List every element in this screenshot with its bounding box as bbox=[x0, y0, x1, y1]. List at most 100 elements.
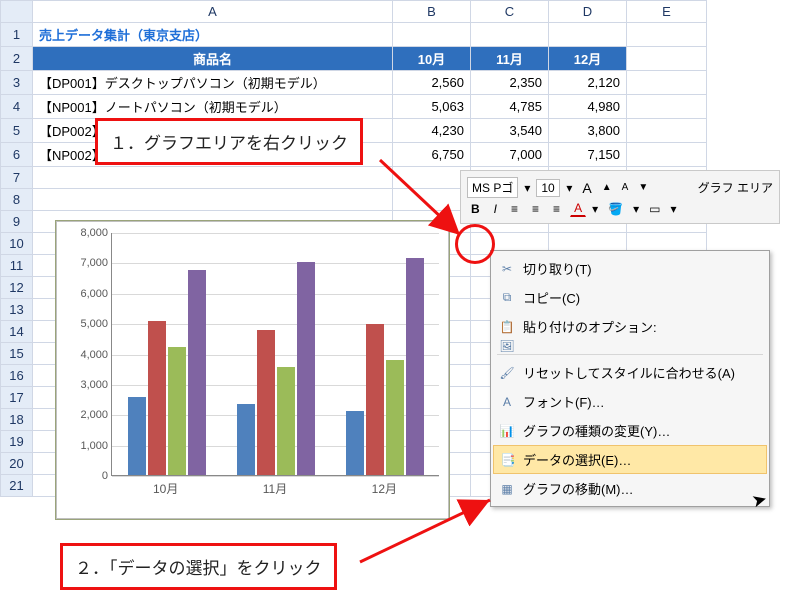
reset_style-icon: 🖌 bbox=[499, 365, 515, 381]
chart-area[interactable]: 01,0002,0003,0004,0005,0006,0007,0008,00… bbox=[55, 220, 450, 520]
chart-bar[interactable] bbox=[168, 347, 186, 475]
header-month[interactable]: 11月 bbox=[471, 47, 549, 71]
row-header[interactable]: 1 bbox=[1, 23, 33, 47]
row-header[interactable]: 13 bbox=[1, 299, 33, 321]
menu-item-change_type[interactable]: 📊グラフの種類の変更(Y)… bbox=[493, 416, 767, 445]
cell[interactable] bbox=[627, 23, 707, 47]
align-left-button[interactable]: ≡ bbox=[507, 201, 522, 217]
menu-item-move_chart[interactable]: ▦グラフの移動(M)… bbox=[493, 474, 767, 503]
menu-item-cut[interactable]: ✂切り取り(T) bbox=[493, 254, 767, 283]
cell[interactable] bbox=[33, 189, 393, 211]
y-tick-label: 8,000 bbox=[64, 227, 108, 239]
row-header[interactable]: 19 bbox=[1, 431, 33, 453]
header-product[interactable]: 商品名 bbox=[33, 47, 393, 71]
col-header[interactable]: A bbox=[33, 1, 393, 23]
context-menu: ✂切り取り(T)⧉コピー(C)📋貼り付けのオプション:🖼🖌リセットしてスタイルに… bbox=[490, 250, 770, 507]
menu-item-label: 貼り付けのオプション: bbox=[523, 317, 657, 336]
header-month[interactable]: 10月 bbox=[393, 47, 471, 71]
chart-bar[interactable] bbox=[257, 330, 275, 475]
row-header[interactable]: 8 bbox=[1, 189, 33, 211]
col-header[interactable]: C bbox=[471, 1, 549, 23]
menu-item-paste_pic[interactable]: 🖼 bbox=[493, 341, 767, 351]
row-header[interactable]: 6 bbox=[1, 143, 33, 167]
cell-value[interactable]: 7,150 bbox=[549, 143, 627, 167]
font-color-button[interactable]: A bbox=[570, 200, 586, 217]
fill-color-button[interactable]: 🪣 bbox=[604, 201, 627, 217]
menu-item-select_data[interactable]: 📑データの選択(E)… bbox=[493, 445, 767, 474]
corner-cell[interactable] bbox=[1, 1, 33, 23]
cell-value[interactable]: 4,980 bbox=[549, 95, 627, 119]
row-header[interactable]: 5 bbox=[1, 119, 33, 143]
row-header[interactable]: 16 bbox=[1, 365, 33, 387]
cell-value[interactable]: 6,750 bbox=[393, 143, 471, 167]
grow-font-button[interactable]: A bbox=[578, 179, 595, 197]
row-header[interactable]: 10 bbox=[1, 233, 33, 255]
cell-value[interactable]: 3,800 bbox=[549, 119, 627, 143]
chart-bar[interactable] bbox=[237, 404, 255, 475]
chart-bar[interactable] bbox=[406, 258, 424, 475]
move_chart-icon: ▦ bbox=[499, 481, 515, 497]
cell[interactable] bbox=[393, 167, 471, 189]
chart-bar[interactable] bbox=[386, 360, 404, 475]
shrink-font-button[interactable]: A bbox=[618, 181, 633, 195]
header-month[interactable]: 12月 bbox=[549, 47, 627, 71]
row-header[interactable]: 12 bbox=[1, 277, 33, 299]
cell[interactable] bbox=[393, 189, 471, 211]
border-button[interactable]: ▭ bbox=[645, 201, 664, 217]
row-header[interactable]: 18 bbox=[1, 409, 33, 431]
menu-item-font[interactable]: Aフォント(F)… bbox=[493, 387, 767, 416]
menu-item-reset_style[interactable]: 🖌リセットしてスタイルに合わせる(A) bbox=[493, 358, 767, 387]
chart-bar[interactable] bbox=[366, 324, 384, 475]
row-header[interactable]: 21 bbox=[1, 475, 33, 497]
cell[interactable] bbox=[627, 47, 707, 71]
menu-item-copy[interactable]: ⧉コピー(C) bbox=[493, 283, 767, 312]
chart-bar[interactable] bbox=[346, 411, 364, 475]
chart-bar[interactable] bbox=[128, 397, 146, 475]
row-header[interactable]: 20 bbox=[1, 453, 33, 475]
col-header[interactable]: E bbox=[627, 1, 707, 23]
row-header[interactable]: 15 bbox=[1, 343, 33, 365]
y-tick-label: 5,000 bbox=[64, 318, 108, 330]
align-center-button[interactable]: ≡ bbox=[528, 201, 543, 217]
menu-item-label: データの選択(E)… bbox=[523, 450, 631, 469]
font-name-combo[interactable]: MS Pゴ bbox=[467, 177, 518, 198]
row-header[interactable]: 7 bbox=[1, 167, 33, 189]
cell[interactable] bbox=[627, 119, 707, 143]
font-size-combo[interactable]: 10 bbox=[536, 179, 560, 197]
col-header[interactable]: D bbox=[549, 1, 627, 23]
cell[interactable] bbox=[549, 23, 627, 47]
italic-button[interactable]: I bbox=[490, 201, 501, 217]
title-cell[interactable]: 売上データ集計（東京支店） bbox=[33, 23, 393, 47]
cell-value[interactable]: 4,230 bbox=[393, 119, 471, 143]
chart-bar[interactable] bbox=[148, 321, 166, 475]
cell[interactable] bbox=[627, 95, 707, 119]
cell[interactable] bbox=[33, 167, 393, 189]
cell[interactable] bbox=[471, 23, 549, 47]
cell[interactable] bbox=[627, 71, 707, 95]
row-header[interactable]: 3 bbox=[1, 71, 33, 95]
cell-value[interactable]: 2,350 bbox=[471, 71, 549, 95]
col-header[interactable]: B bbox=[393, 1, 471, 23]
chart-bar[interactable] bbox=[297, 262, 315, 475]
cell[interactable] bbox=[627, 143, 707, 167]
cell-value[interactable]: 5,063 bbox=[393, 95, 471, 119]
chart-bar[interactable] bbox=[277, 367, 295, 475]
row-header[interactable]: 11 bbox=[1, 255, 33, 277]
cell-value[interactable]: 3,540 bbox=[471, 119, 549, 143]
cell-product[interactable]: 【NP001】ノートパソコン（初期モデル） bbox=[33, 95, 393, 119]
row-header[interactable]: 14 bbox=[1, 321, 33, 343]
cell-value[interactable]: 2,560 bbox=[393, 71, 471, 95]
row-header[interactable]: 2 bbox=[1, 47, 33, 71]
x-tick-label: 11月 bbox=[245, 480, 305, 497]
cell-value[interactable]: 7,000 bbox=[471, 143, 549, 167]
row-header[interactable]: 9 bbox=[1, 211, 33, 233]
cell-value[interactable]: 2,120 bbox=[549, 71, 627, 95]
cell-product[interactable]: 【DP001】デスクトップパソコン（初期モデル） bbox=[33, 71, 393, 95]
bold-button[interactable]: B bbox=[467, 201, 484, 217]
cell[interactable] bbox=[393, 23, 471, 47]
chart-bar[interactable] bbox=[188, 270, 206, 475]
align-right-button[interactable]: ≡ bbox=[549, 201, 564, 217]
row-header[interactable]: 4 bbox=[1, 95, 33, 119]
cell-value[interactable]: 4,785 bbox=[471, 95, 549, 119]
row-header[interactable]: 17 bbox=[1, 387, 33, 409]
